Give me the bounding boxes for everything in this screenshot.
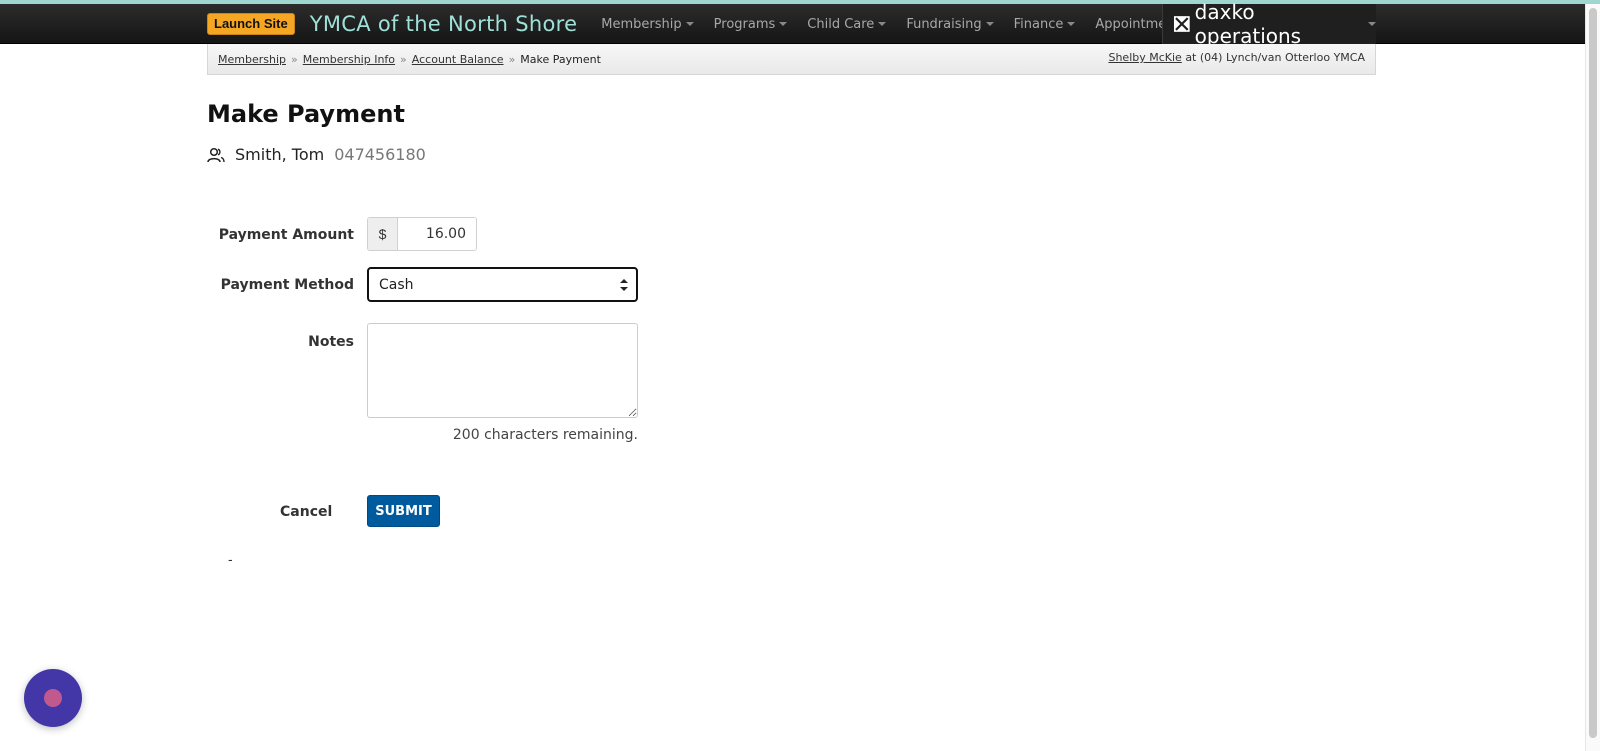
breadcrumb-separator: »	[291, 53, 298, 66]
user-info: Shelby McKie at (04) Lynch/van Otterloo …	[1108, 51, 1365, 64]
currency-addon: $	[368, 218, 398, 250]
menu-label: Child Care	[807, 16, 875, 32]
chevron-down-icon	[779, 22, 788, 26]
menu-label: Programs	[713, 16, 776, 32]
menu-label: Membership	[601, 16, 682, 32]
menu-fundraising[interactable]: Fundraising	[896, 17, 1003, 32]
org-title-link[interactable]: YMCA of the North Shore	[310, 12, 578, 36]
payment-method-label: Payment Method	[220, 277, 354, 293]
notes-label: Notes	[308, 334, 354, 350]
daxko-brand-menu[interactable]: daxko operations	[1162, 0, 1376, 48]
daxko-logo-icon	[1173, 16, 1190, 32]
chevron-down-icon	[878, 22, 887, 26]
menu-membership[interactable]: Membership	[591, 17, 703, 32]
user-name-link[interactable]: Shelby McKie	[1108, 51, 1181, 64]
breadcrumb-membership-info[interactable]: Membership Info	[303, 53, 395, 66]
breadcrumb-separator: »	[400, 53, 407, 66]
chevron-down-icon	[1067, 22, 1076, 26]
payment-amount-input[interactable]	[398, 218, 476, 250]
chevron-down-icon	[985, 22, 994, 26]
member-info: Smith, Tom 047456180	[207, 145, 426, 164]
cancel-link[interactable]: Cancel	[280, 504, 332, 520]
breadcrumb-membership[interactable]: Membership	[218, 53, 286, 66]
menu-programs[interactable]: Programs	[704, 17, 798, 32]
submit-button[interactable]: SUBMIT	[367, 495, 440, 527]
user-location: at (04) Lynch/van Otterloo YMCA	[1185, 51, 1365, 64]
notes-textarea[interactable]	[367, 323, 638, 418]
menu-finance[interactable]: Finance	[1004, 17, 1086, 32]
breadcrumb-trail: Membership » Membership Info » Account B…	[218, 53, 601, 66]
chars-remaining: 200 characters remaining.	[452, 427, 638, 443]
dash-text: -	[228, 551, 233, 567]
breadcrumb: Membership » Membership Info » Account B…	[207, 44, 1376, 75]
chevron-down-icon	[1368, 22, 1376, 26]
payment-method-select[interactable]: Cash	[367, 267, 638, 302]
menu-label: Finance	[1013, 16, 1064, 32]
member-id: 047456180	[334, 145, 426, 164]
vertical-scrollbar[interactable]	[1585, 4, 1600, 751]
chat-widget-button[interactable]	[24, 669, 82, 727]
launch-site-button[interactable]: Launch Site	[207, 13, 295, 35]
menu-label: Fundraising	[906, 16, 982, 32]
main-menu: Membership Programs Child Care Fundraisi…	[591, 17, 1208, 32]
page-title: Make Payment	[207, 100, 405, 128]
chat-dot-icon	[44, 689, 62, 707]
chevron-down-icon	[685, 22, 694, 26]
navbar-inner: Launch Site YMCA of the North Shore Memb…	[207, 4, 1208, 44]
daxko-brand-text: daxko operations	[1194, 0, 1302, 48]
menu-child-care[interactable]: Child Care	[797, 17, 896, 32]
payment-method-value: Cash	[379, 276, 414, 293]
users-icon	[207, 147, 225, 162]
payment-amount-group: $	[367, 217, 477, 251]
scrollbar-thumb[interactable]	[1589, 8, 1597, 738]
payment-amount-label: Payment Amount	[218, 227, 354, 243]
select-arrows-icon	[620, 279, 628, 291]
breadcrumb-current: Make Payment	[520, 53, 601, 66]
top-navbar: Launch Site YMCA of the North Shore Memb…	[0, 0, 1600, 48]
breadcrumb-account-balance[interactable]: Account Balance	[412, 53, 504, 66]
breadcrumb-separator: »	[508, 53, 516, 66]
member-name: Smith, Tom	[235, 145, 325, 164]
